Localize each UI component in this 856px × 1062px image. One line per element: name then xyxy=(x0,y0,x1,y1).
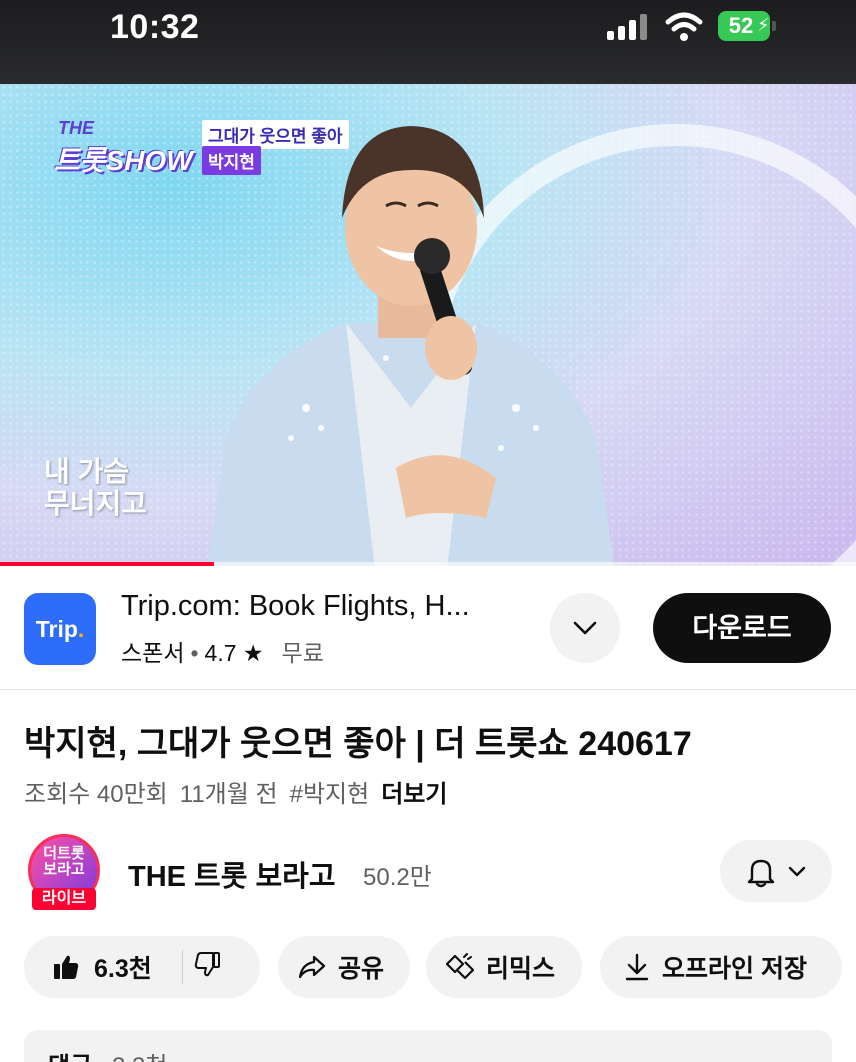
video-subtitle: 내 가슴 무너지고 xyxy=(44,456,148,519)
status-time: 10:32 xyxy=(110,8,200,46)
hashtag-link[interactable]: #박지현 xyxy=(290,781,370,808)
ad-sponsor-label: 스폰서 xyxy=(121,640,185,666)
share-icon xyxy=(298,955,326,979)
ad-title[interactable]: Trip.com: Book Flights, H... xyxy=(121,590,470,623)
comments-count: 2.3천 xyxy=(112,1046,167,1062)
ad-rating: 4.7 ★ xyxy=(204,640,264,666)
like-dislike-group: 6.3천 xyxy=(24,936,260,998)
live-badge: 라이브 xyxy=(32,888,96,910)
like-divider xyxy=(181,950,183,984)
sponsored-ad[interactable]: Trip. Trip.com: Book Flights, H... 스폰서 • 4… xyxy=(0,566,856,690)
video-title[interactable]: 박지현, 그대가 웃으면 좋아 | 더 트롯쇼 240617 xyxy=(24,716,692,765)
ad-expand-button[interactable] xyxy=(550,593,620,663)
like-button[interactable]: 6.3천 xyxy=(24,949,152,985)
share-label: 공유 xyxy=(338,955,385,983)
performer-image xyxy=(207,126,615,566)
upload-age: 11개월 전 xyxy=(179,781,278,808)
watch-panel: Trip. Trip.com: Book Flights, H... 스폰서 • 4… xyxy=(0,566,856,1062)
remix-label: 리믹스 xyxy=(486,955,556,983)
trip-app-logo: Trip. xyxy=(24,593,96,665)
share-button[interactable]: 공유 xyxy=(278,936,410,998)
show-logo: THE 트롯SHOW xyxy=(54,118,193,176)
dislike-button[interactable] xyxy=(193,950,221,985)
comments-panel[interactable]: 댓글 2.3천 xyxy=(24,1030,832,1062)
video-meta[interactable]: 조회수 40만회 11개월 전 #박지현 더보기 xyxy=(24,774,459,809)
ad-meta: 스폰서 • 4.7 ★ 무료 xyxy=(121,640,324,666)
cellular-signal-icon xyxy=(607,14,649,40)
video-player[interactable]: THE 트롯SHOW 그대가 웃으면 좋아 박지현 내 가슴 무너지고 xyxy=(0,84,856,566)
remix-button[interactable]: 리믹스 xyxy=(426,936,582,998)
thumbs-up-icon xyxy=(54,955,79,979)
status-bar: 10:32 52 ⚡ xyxy=(0,0,856,84)
chevron-down-icon xyxy=(788,866,806,877)
notification-bell-button[interactable] xyxy=(720,840,832,902)
comments-label: 댓글 xyxy=(48,1046,92,1062)
download-icon xyxy=(625,953,649,981)
like-count: 6.3천 xyxy=(94,955,152,983)
view-count: 조회수 40만회 xyxy=(24,781,168,808)
charging-bolt-icon: ⚡ xyxy=(757,15,770,35)
thumbs-down-icon xyxy=(194,951,220,976)
ad-price: 무료 xyxy=(281,640,324,666)
avatar-text: 더트롯 보라고 xyxy=(43,845,85,878)
wifi-icon xyxy=(665,12,703,41)
chevron-down-icon xyxy=(573,621,597,635)
offline-save-button[interactable]: 오프라인 저장 xyxy=(600,936,842,998)
bell-icon xyxy=(747,859,775,888)
channel-name[interactable]: THE 트롯 보라고 xyxy=(128,853,336,895)
battery-icon: 52 ⚡ xyxy=(718,11,776,41)
more-link[interactable]: 더보기 xyxy=(381,781,447,808)
ad-download-button[interactable]: 다운로드 xyxy=(653,593,831,663)
offline-save-label: 오프라인 저장 xyxy=(662,955,807,983)
remix-icon xyxy=(446,953,474,980)
subscriber-count: 50.2만 xyxy=(363,864,432,891)
channel-avatar[interactable]: 더트롯 보라고 라이브 xyxy=(28,834,100,912)
